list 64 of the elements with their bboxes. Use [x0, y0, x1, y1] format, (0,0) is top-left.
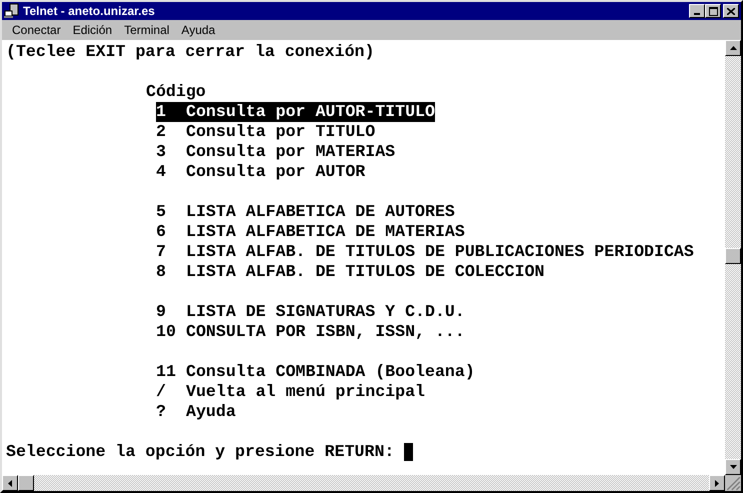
terminal-text: Código	[146, 82, 206, 102]
menu-item[interactable]: Edición	[66, 23, 118, 37]
option-label: LISTA ALFAB. DE TITULOS DE PUBLICACIONES PERIODICAS	[186, 242, 694, 262]
menu-item[interactable]: Conectar	[6, 23, 67, 37]
option-number: /	[156, 382, 167, 402]
scroll-left-button[interactable]	[2, 475, 18, 491]
menu-option[interactable]: 5 LISTA ALFABETICA DE AUTORES	[156, 202, 455, 222]
option-label: LISTA ALFABETICA DE MATERIAS	[186, 222, 465, 242]
terminal-text: (Teclee EXIT para cerrar la conexión)	[6, 42, 374, 62]
menu-option[interactable]: 7 LISTA ALFAB. DE TITULOS DE PUBLICACIONES PERIODICAS	[156, 242, 694, 262]
close-button[interactable]	[723, 4, 739, 18]
option-number: 5	[156, 202, 167, 222]
triangle-right-icon	[715, 480, 719, 486]
option-label: CONSULTA POR ISBN, ISSN, ...	[186, 322, 465, 342]
option-number: 10	[156, 322, 177, 342]
resize-grip-icon[interactable]	[725, 475, 741, 491]
menu-option[interactable]: ? Ayuda	[156, 402, 236, 422]
menu-option[interactable]: 10 CONSULTA POR ISBN, ISSN, ...	[156, 322, 465, 342]
option-label: LISTA ALFABETICA DE AUTORES	[186, 202, 455, 222]
close-icon	[727, 8, 735, 14]
triangle-down-icon	[730, 465, 736, 469]
option-number: 3	[156, 142, 167, 162]
menu-option[interactable]: 2 Consulta por TITULO	[156, 122, 376, 142]
option-number: 6	[156, 222, 167, 242]
terminal-text: Seleccione la opción y presione RETURN:	[6, 442, 394, 462]
option-label: Ayuda	[186, 402, 236, 422]
scroll-thumb[interactable]	[18, 475, 34, 491]
triangle-left-icon	[8, 480, 12, 486]
menu-option[interactable]: 9 LISTA DE SIGNATURAS Y C.D.U.	[156, 302, 465, 322]
menu-option[interactable]: 6 LISTA ALFABETICA DE MATERIAS	[156, 222, 465, 242]
option-label: Vuelta al menú principal	[186, 382, 425, 402]
menu-option[interactable]: 11 Consulta COMBINADA (Booleana)	[156, 362, 475, 382]
maximize-button[interactable]	[705, 4, 721, 18]
computer-icon	[4, 3, 20, 19]
menu-option[interactable]: 3 Consulta por MATERIAS	[156, 142, 396, 162]
option-label: LISTA ALFAB. DE TITULOS DE COLECCION	[186, 262, 544, 282]
option-number: 1	[156, 102, 167, 122]
scroll-down-button[interactable]	[725, 459, 741, 475]
triangle-up-icon	[730, 46, 736, 50]
option-number: 9	[156, 302, 167, 322]
menu-item[interactable]: Ayuda	[175, 23, 222, 37]
menu-option[interactable]: 4 Consulta por AUTOR	[156, 162, 366, 182]
window-title: Telnet - aneto.unizar.es	[23, 4, 155, 18]
option-number: 4	[156, 162, 167, 182]
option-number: ?	[156, 402, 167, 422]
menu-item[interactable]: Terminal	[118, 23, 176, 37]
option-number: 8	[156, 262, 167, 282]
menu-option[interactable]: 8 LISTA ALFAB. DE TITULOS DE COLECCION	[156, 262, 544, 282]
option-number: 11	[156, 362, 177, 382]
menu-option[interactable]: / Vuelta al menú principal	[156, 382, 425, 402]
option-label: Consulta por MATERIAS	[186, 142, 396, 162]
scroll-thumb[interactable]	[725, 248, 741, 264]
option-label: Consulta por AUTOR-TITULO	[186, 102, 435, 122]
scroll-right-button[interactable]	[709, 475, 725, 491]
option-number: 7	[156, 242, 167, 262]
option-label: Consulta por TITULO	[186, 122, 376, 142]
minimize-button[interactable]	[689, 4, 705, 18]
option-label: Consulta COMBINADA (Booleana)	[186, 362, 475, 382]
option-label: LISTA DE SIGNATURAS Y C.D.U.	[186, 302, 465, 322]
scroll-up-button[interactable]	[725, 40, 741, 56]
option-label: Consulta por AUTOR	[186, 162, 366, 182]
menu-option[interactable]: 1 Consulta por AUTOR-TITULO	[156, 102, 435, 122]
option-number: 2	[156, 122, 167, 142]
text-cursor	[404, 443, 414, 461]
